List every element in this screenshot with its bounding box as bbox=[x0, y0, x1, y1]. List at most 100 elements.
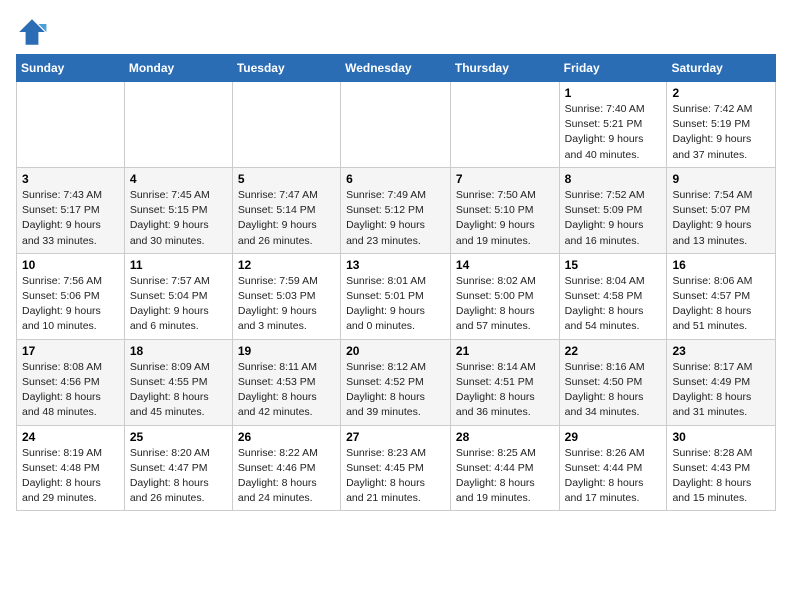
calendar-cell: 17 Sunrise: 8:08 AM Sunset: 4:56 PM Dayli… bbox=[17, 339, 125, 425]
day-number: 3 bbox=[22, 172, 119, 186]
day-number: 1 bbox=[565, 86, 662, 100]
calendar-cell: 11 Sunrise: 7:57 AM Sunset: 5:04 PM Dayli… bbox=[124, 253, 232, 339]
weekday-header: Sunday bbox=[17, 55, 125, 82]
calendar-cell: 12 Sunrise: 7:59 AM Sunset: 5:03 PM Dayli… bbox=[232, 253, 340, 339]
day-number: 11 bbox=[130, 258, 227, 272]
day-info: Sunrise: 7:52 AM Sunset: 5:09 PM Dayligh… bbox=[565, 188, 662, 249]
day-info: Sunrise: 8:04 AM Sunset: 4:58 PM Dayligh… bbox=[565, 274, 662, 335]
logo bbox=[16, 16, 52, 48]
calendar-cell: 18 Sunrise: 8:09 AM Sunset: 4:55 PM Dayli… bbox=[124, 339, 232, 425]
weekday-header: Friday bbox=[559, 55, 667, 82]
weekday-header: Wednesday bbox=[341, 55, 451, 82]
calendar-cell: 22 Sunrise: 8:16 AM Sunset: 4:50 PM Dayli… bbox=[559, 339, 667, 425]
day-info: Sunrise: 7:40 AM Sunset: 5:21 PM Dayligh… bbox=[565, 102, 662, 163]
day-number: 28 bbox=[456, 430, 554, 444]
calendar-week-row: 17 Sunrise: 8:08 AM Sunset: 4:56 PM Dayli… bbox=[17, 339, 776, 425]
day-number: 6 bbox=[346, 172, 445, 186]
calendar-cell: 25 Sunrise: 8:20 AM Sunset: 4:47 PM Dayli… bbox=[124, 425, 232, 511]
calendar-cell: 14 Sunrise: 8:02 AM Sunset: 5:00 PM Dayli… bbox=[450, 253, 559, 339]
weekday-header: Monday bbox=[124, 55, 232, 82]
day-info: Sunrise: 7:45 AM Sunset: 5:15 PM Dayligh… bbox=[130, 188, 227, 249]
calendar-cell: 24Sunrise: 8:19 AM Sunset: 4:48 PM Dayli… bbox=[17, 425, 125, 511]
calendar-cell bbox=[232, 82, 340, 168]
calendar-cell: 29Sunrise: 8:26 AM Sunset: 4:44 PM Dayli… bbox=[559, 425, 667, 511]
header bbox=[16, 16, 776, 48]
calendar-cell: 4Sunrise: 7:45 AM Sunset: 5:15 PM Daylig… bbox=[124, 167, 232, 253]
calendar-cell: 16 Sunrise: 8:06 AM Sunset: 4:57 PM Dayli… bbox=[667, 253, 776, 339]
weekday-header: Thursday bbox=[450, 55, 559, 82]
calendar-header-row: SundayMondayTuesdayWednesdayThursdayFrid… bbox=[17, 55, 776, 82]
day-info: Sunrise: 7:57 AM Sunset: 5:04 PM Dayligh… bbox=[130, 274, 227, 335]
calendar-cell: 3 Sunrise: 7:43 AM Sunset: 5:17 PM Daylig… bbox=[17, 167, 125, 253]
calendar-week-row: 10 Sunrise: 7:56 AM Sunset: 5:06 PM Dayli… bbox=[17, 253, 776, 339]
calendar-table: SundayMondayTuesdayWednesdayThursdayFrid… bbox=[16, 54, 776, 511]
day-number: 2 bbox=[672, 86, 770, 100]
day-info: Sunrise: 8:02 AM Sunset: 5:00 PM Dayligh… bbox=[456, 274, 554, 335]
calendar-week-row: 1 Sunrise: 7:40 AM Sunset: 5:21 PM Daylig… bbox=[17, 82, 776, 168]
calendar-cell: 26 Sunrise: 8:22 AM Sunset: 4:46 PM Dayli… bbox=[232, 425, 340, 511]
day-info: Sunrise: 7:43 AM Sunset: 5:17 PM Dayligh… bbox=[22, 188, 119, 249]
day-number: 10 bbox=[22, 258, 119, 272]
day-info: Sunrise: 7:56 AM Sunset: 5:06 PM Dayligh… bbox=[22, 274, 119, 335]
day-number: 7 bbox=[456, 172, 554, 186]
day-number: 8 bbox=[565, 172, 662, 186]
day-number: 14 bbox=[456, 258, 554, 272]
day-info: Sunrise: 7:47 AM Sunset: 5:14 PM Dayligh… bbox=[238, 188, 335, 249]
calendar-cell: 23Sunrise: 8:17 AM Sunset: 4:49 PM Dayli… bbox=[667, 339, 776, 425]
calendar-cell: 1 Sunrise: 7:40 AM Sunset: 5:21 PM Daylig… bbox=[559, 82, 667, 168]
day-info: Sunrise: 8:20 AM Sunset: 4:47 PM Dayligh… bbox=[130, 446, 227, 507]
calendar-cell: 10 Sunrise: 7:56 AM Sunset: 5:06 PM Dayli… bbox=[17, 253, 125, 339]
day-number: 19 bbox=[238, 344, 335, 358]
calendar-cell: 19 Sunrise: 8:11 AM Sunset: 4:53 PM Dayli… bbox=[232, 339, 340, 425]
day-number: 15 bbox=[565, 258, 662, 272]
day-info: Sunrise: 8:19 AM Sunset: 4:48 PM Dayligh… bbox=[22, 446, 119, 507]
day-info: Sunrise: 8:01 AM Sunset: 5:01 PM Dayligh… bbox=[346, 274, 445, 335]
day-info: Sunrise: 8:09 AM Sunset: 4:55 PM Dayligh… bbox=[130, 360, 227, 421]
calendar-cell: 13Sunrise: 8:01 AM Sunset: 5:01 PM Dayli… bbox=[341, 253, 451, 339]
page: SundayMondayTuesdayWednesdayThursdayFrid… bbox=[0, 0, 792, 521]
calendar-cell: 9 Sunrise: 7:54 AM Sunset: 5:07 PM Daylig… bbox=[667, 167, 776, 253]
calendar-week-row: 24Sunrise: 8:19 AM Sunset: 4:48 PM Dayli… bbox=[17, 425, 776, 511]
day-number: 5 bbox=[238, 172, 335, 186]
day-number: 22 bbox=[565, 344, 662, 358]
day-info: Sunrise: 8:26 AM Sunset: 4:44 PM Dayligh… bbox=[565, 446, 662, 507]
calendar-cell: 30 Sunrise: 8:28 AM Sunset: 4:43 PM Dayli… bbox=[667, 425, 776, 511]
day-number: 18 bbox=[130, 344, 227, 358]
day-number: 9 bbox=[672, 172, 770, 186]
day-number: 21 bbox=[456, 344, 554, 358]
calendar-cell: 28 Sunrise: 8:25 AM Sunset: 4:44 PM Dayli… bbox=[450, 425, 559, 511]
day-info: Sunrise: 8:16 AM Sunset: 4:50 PM Dayligh… bbox=[565, 360, 662, 421]
day-info: Sunrise: 8:25 AM Sunset: 4:44 PM Dayligh… bbox=[456, 446, 554, 507]
calendar-cell bbox=[450, 82, 559, 168]
calendar-cell bbox=[124, 82, 232, 168]
day-number: 25 bbox=[130, 430, 227, 444]
day-info: Sunrise: 8:08 AM Sunset: 4:56 PM Dayligh… bbox=[22, 360, 119, 421]
weekday-header: Saturday bbox=[667, 55, 776, 82]
day-info: Sunrise: 8:28 AM Sunset: 4:43 PM Dayligh… bbox=[672, 446, 770, 507]
weekday-header: Tuesday bbox=[232, 55, 340, 82]
day-number: 12 bbox=[238, 258, 335, 272]
day-info: Sunrise: 8:14 AM Sunset: 4:51 PM Dayligh… bbox=[456, 360, 554, 421]
day-info: Sunrise: 7:59 AM Sunset: 5:03 PM Dayligh… bbox=[238, 274, 335, 335]
day-number: 26 bbox=[238, 430, 335, 444]
calendar-cell: 15 Sunrise: 8:04 AM Sunset: 4:58 PM Dayli… bbox=[559, 253, 667, 339]
calendar-cell: 5 Sunrise: 7:47 AM Sunset: 5:14 PM Daylig… bbox=[232, 167, 340, 253]
day-info: Sunrise: 8:06 AM Sunset: 4:57 PM Dayligh… bbox=[672, 274, 770, 335]
calendar-cell: 2 Sunrise: 7:42 AM Sunset: 5:19 PM Daylig… bbox=[667, 82, 776, 168]
day-number: 30 bbox=[672, 430, 770, 444]
calendar-cell: 6Sunrise: 7:49 AM Sunset: 5:12 PM Daylig… bbox=[341, 167, 451, 253]
day-number: 17 bbox=[22, 344, 119, 358]
calendar-cell: 8 Sunrise: 7:52 AM Sunset: 5:09 PM Daylig… bbox=[559, 167, 667, 253]
day-number: 27 bbox=[346, 430, 445, 444]
calendar-week-row: 3 Sunrise: 7:43 AM Sunset: 5:17 PM Daylig… bbox=[17, 167, 776, 253]
day-number: 20 bbox=[346, 344, 445, 358]
day-info: Sunrise: 8:11 AM Sunset: 4:53 PM Dayligh… bbox=[238, 360, 335, 421]
calendar-cell bbox=[341, 82, 451, 168]
calendar-cell bbox=[17, 82, 125, 168]
day-info: Sunrise: 8:22 AM Sunset: 4:46 PM Dayligh… bbox=[238, 446, 335, 507]
day-info: Sunrise: 7:54 AM Sunset: 5:07 PM Dayligh… bbox=[672, 188, 770, 249]
calendar-cell: 7Sunrise: 7:50 AM Sunset: 5:10 PM Daylig… bbox=[450, 167, 559, 253]
day-info: Sunrise: 7:42 AM Sunset: 5:19 PM Dayligh… bbox=[672, 102, 770, 163]
day-number: 23 bbox=[672, 344, 770, 358]
day-number: 16 bbox=[672, 258, 770, 272]
